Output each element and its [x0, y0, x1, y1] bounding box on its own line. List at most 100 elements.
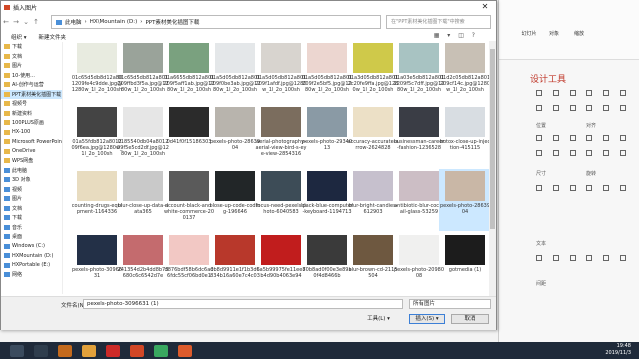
panel-control[interactable]: [536, 135, 542, 141]
file-item[interactable]: 01d2c05db812a801209cf14c.jpg@1280w_1l_2o…: [439, 41, 491, 103]
nav-item[interactable]: 网络: [1, 270, 62, 280]
nav-item[interactable]: HXMountain (D:): [1, 251, 62, 261]
panel-control[interactable]: [603, 135, 610, 141]
file-item[interactable]: d876bdf58b6dc6ad6fdc55cf06bd0e1: [163, 233, 215, 295]
file-item[interactable]: counting-drugs-equipment-1164336: [71, 169, 123, 231]
file-item[interactable]: 01a03e5db812a8012209f5c7dff.jpg@1280w_1l…: [393, 41, 445, 103]
scrollbar-thumb[interactable]: [490, 49, 495, 229]
file-item[interactable]: account-black-and-white-commerce-200137: [163, 169, 215, 231]
file-item[interactable]: businessman-career-fashion-1236528: [393, 105, 445, 167]
panel-control[interactable]: [603, 185, 610, 191]
nav-item[interactable]: Microsoft PowerPoint: [1, 137, 62, 147]
nav-item[interactable]: 3D 对象: [1, 175, 62, 185]
panel-control[interactable]: [569, 150, 576, 156]
panel-control[interactable]: [569, 90, 576, 96]
panel-control[interactable]: [603, 105, 610, 111]
vertical-scrollbar[interactable]: [489, 41, 496, 296]
panel-control[interactable]: [552, 135, 559, 141]
file-item[interactable]: 01a6655db812a801209f5aff1ab.jpg@1280w_1l…: [163, 41, 215, 103]
file-item[interactable]: pexels-photo-2098008: [393, 233, 445, 295]
nav-item[interactable]: 此电脑: [1, 166, 62, 176]
address-box[interactable]: 此电脑 › HX\Mountain (D:) › PPT素材美化插图下载: [51, 15, 381, 29]
nav-item[interactable]: 下载: [1, 42, 62, 52]
file-item[interactable]: black-blue-computer-keyboard-1194713: [301, 169, 353, 231]
filename-input[interactable]: pexels-photo-3096631 (1): [83, 299, 403, 309]
file-item[interactable]: gotmedia (1): [439, 233, 491, 295]
nav-item[interactable]: 桌面: [1, 232, 62, 242]
file-item[interactable]: pexels-photo-3096631: [71, 233, 123, 295]
file-item[interactable]: 01a5d05db812a801209f2e5bf5.jpg@1280w_1l_…: [301, 41, 353, 103]
panel-control[interactable]: [619, 90, 626, 96]
organize-button[interactable]: 组织 ▾: [11, 33, 27, 41]
insert-button[interactable]: 插入(S) ▾: [409, 314, 445, 324]
panel-control[interactable]: [619, 255, 626, 261]
panel-control[interactable]: [552, 105, 559, 111]
panel-control[interactable]: [603, 150, 610, 156]
panel-control[interactable]: [536, 255, 542, 261]
search-icon[interactable]: [34, 344, 48, 357]
ribbon-item-3[interactable]: 缩放: [569, 30, 589, 37]
file-item[interactable]: aerial-photography-aerial-view-bird-s-ey…: [255, 105, 307, 167]
file-item[interactable]: pexels-photo-2934013: [301, 105, 353, 167]
nav-item[interactable]: 音乐: [1, 223, 62, 233]
panel-control[interactable]: [536, 150, 542, 156]
file-item[interactable]: blur-close-up-data-data365: [117, 169, 169, 231]
file-item[interactable]: pexels-photo-2863904: [209, 105, 261, 167]
file-item[interactable]: 0d41f0f15186303: [163, 105, 215, 167]
app-icon[interactable]: [82, 344, 96, 357]
nav-item[interactable]: Windows (C:): [1, 242, 62, 252]
file-item[interactable]: 70b8ad0f00e3e89a0f4d8466b: [301, 233, 353, 295]
ribbon-item-2[interactable]: 对象: [544, 30, 564, 37]
panel-control[interactable]: [586, 185, 593, 191]
up-icon[interactable]: ↑: [31, 18, 41, 26]
ribbon-item-1[interactable]: 幻灯片: [519, 30, 539, 37]
file-item[interactable]: close-up-code-coding-196646: [209, 169, 261, 231]
search-input[interactable]: 在"PPT素材美化插图下载"中搜索: [386, 15, 491, 29]
file-item[interactable]: 01a3d05db812a8012c20fe9ffa.jpg@1280w_1l_…: [347, 41, 399, 103]
nav-item[interactable]: 视频号: [1, 99, 62, 109]
file-item[interactable]: pexels-photo-2863904: [439, 169, 491, 231]
panel-control[interactable]: [552, 185, 559, 191]
nav-item[interactable]: PPT素材美化插图下载: [1, 89, 62, 99]
file-item[interactable]: 0b8d9911e1f1b3d6834b16a60e7c4c03: [209, 233, 261, 295]
file-item[interactable]: 01c65d5db812a801209ffbd3f5a.jpg@1280w_1l…: [117, 41, 169, 103]
panel-control[interactable]: [586, 255, 593, 261]
nav-item[interactable]: 图片: [1, 194, 62, 204]
panel-control[interactable]: [619, 135, 626, 141]
panel-control[interactable]: [569, 105, 576, 111]
panel-control[interactable]: [552, 255, 559, 261]
file-item[interactable]: botox-close-up-injection-415115: [439, 105, 491, 167]
panel-control[interactable]: [603, 255, 610, 261]
panel-control[interactable]: [586, 90, 593, 96]
breadcrumb-segment[interactable]: PPT素材美化插图下载: [145, 18, 199, 26]
app-icon[interactable]: [106, 344, 120, 357]
file-item[interactable]: accuracy-accurate-arrow-2624828: [347, 105, 399, 167]
nav-item[interactable]: 新建资料: [1, 109, 62, 119]
panel-control[interactable]: [569, 185, 576, 191]
app-icon[interactable]: [178, 344, 192, 357]
file-item[interactable]: blur-brown-cd-2115504: [347, 233, 399, 295]
panel-control[interactable]: [552, 90, 559, 96]
panel-control[interactable]: [619, 105, 626, 111]
nav-item[interactable]: 文档: [1, 204, 62, 214]
tools-button[interactable]: 工具(L) ▾: [361, 314, 396, 324]
close-button[interactable]: ✕: [474, 1, 496, 13]
nav-item[interactable]: HX-100: [1, 128, 62, 138]
nav-item[interactable]: AI-创作与运营: [1, 80, 62, 90]
file-item[interactable]: 6a5b99975fe11ee8b4d90b4063e94: [255, 233, 307, 295]
nav-item[interactable]: 100PLUS原画: [1, 118, 62, 128]
panel-control[interactable]: [569, 255, 576, 261]
panel-control[interactable]: [536, 90, 542, 96]
file-item[interactable]: 0185540db04a801209f5e5cd2df.jpg@1280w_1l…: [117, 105, 169, 167]
file-item[interactable]: blur-bright-candies-612903: [347, 169, 399, 231]
panel-control[interactable]: [586, 105, 593, 111]
new-folder-button[interactable]: 新建文件夹: [39, 33, 67, 41]
back-icon[interactable]: ←: [1, 18, 11, 26]
app-icon[interactable]: [58, 344, 72, 357]
nav-item[interactable]: 图片: [1, 61, 62, 71]
panel-control[interactable]: [569, 135, 576, 141]
nav-item[interactable]: 文档: [1, 52, 62, 62]
nav-item[interactable]: 10-使用...: [1, 71, 62, 81]
panel-control[interactable]: [603, 90, 610, 96]
nav-item[interactable]: WPS网盘: [1, 156, 62, 166]
